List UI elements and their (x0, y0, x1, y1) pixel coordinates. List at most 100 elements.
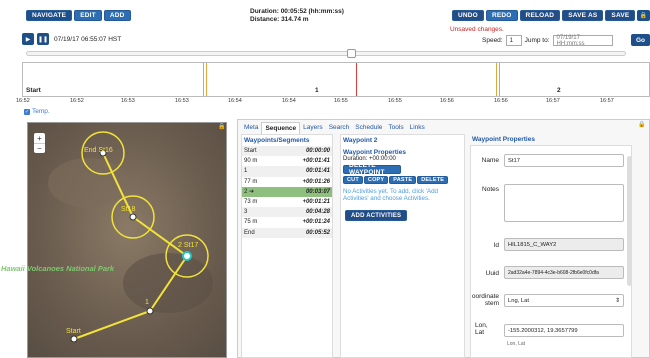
action-buttons: Undo Redo Reload Save As Save (452, 10, 636, 21)
navigate-mode-button[interactable]: Navigate (26, 10, 73, 21)
segment-name: 3 (244, 209, 248, 216)
waypoint-marker[interactable] (70, 335, 78, 343)
scrollbar[interactable] (627, 156, 632, 286)
play-icon[interactable]: ▶ (22, 33, 34, 45)
segment-row[interactable]: 90 m +00:01:41 (242, 156, 332, 166)
edit-buttons: Cut Copy Paste Delete (343, 175, 462, 184)
delete-waypoint-button[interactable]: Delete Waypoint (343, 162, 401, 176)
tab-layers[interactable]: Layers (300, 122, 326, 134)
temp-toggle[interactable]: ✓ Temp. (24, 108, 50, 115)
paste-button[interactable]: Paste (389, 175, 417, 184)
timeline-slider[interactable] (26, 49, 626, 58)
segment-name: End (244, 229, 255, 236)
segment-name: Start (244, 148, 257, 155)
save-as-button[interactable]: Save As (562, 10, 604, 21)
coordinate-system-label: oordinate stem (471, 293, 499, 307)
segment-name: 1 (244, 168, 248, 175)
uuid-label: Uuid (485, 270, 499, 277)
segment-row[interactable]: Start 00:00:00 (242, 146, 332, 157)
slider-handle[interactable] (347, 49, 356, 58)
lock-icon[interactable]: 🔒 (638, 121, 645, 128)
plan-summary: Duration: 00:05:52 (hh:mm:ss) Distance: … (250, 8, 344, 24)
segment-time: +00:01:26 (302, 178, 330, 185)
copy-button[interactable]: Copy (363, 175, 389, 184)
cut-button[interactable]: Cut (343, 175, 363, 184)
timeline-label: 2 (557, 87, 561, 94)
waypoint-marker[interactable] (129, 213, 137, 221)
jump-input[interactable]: 07/19/17 HH:mm:ss (552, 35, 613, 47)
tab-sequence[interactable]: Sequence (261, 122, 301, 134)
coordinate-system-select[interactable]: Lng, Lat ⇕ (504, 294, 624, 307)
notes-label: Notes (482, 186, 499, 193)
segment-name: 77 m (244, 178, 258, 185)
tick-label: 16:56 (494, 98, 508, 104)
segment-time: 00:01:41 (305, 168, 330, 175)
waypoint-label: 1 (145, 299, 149, 306)
segment-time: 00:00:00 (305, 148, 330, 155)
notes-textarea[interactable] (504, 184, 624, 222)
properties-column: Waypoint Properties Name St17 Notes Id H… (470, 134, 650, 358)
properties-header: Waypoint Properties (472, 136, 535, 143)
waypoint-label: Start (66, 328, 81, 335)
delete-button[interactable]: Delete (417, 175, 449, 184)
segment-time: 00:05:52 (305, 229, 330, 236)
waypoint-header: Waypoint 2 (343, 137, 378, 144)
timeline-marker (203, 63, 204, 96)
segment-name: 2 ➔ (244, 189, 255, 196)
lock-icon[interactable]: 🔒 (218, 123, 225, 130)
temp-label: Temp. (32, 108, 50, 115)
speed-label: Speed: (482, 37, 503, 44)
select-arrows-icon: ⇕ (615, 297, 620, 304)
segment-time: +00:01:21 (302, 199, 330, 206)
reload-button[interactable]: Reload (519, 10, 561, 21)
segment-row[interactable]: 77 m +00:01:26 (242, 177, 332, 187)
lock-icon[interactable]: 🔒 (637, 10, 650, 21)
id-label: Id (493, 242, 499, 249)
zoom-out-button[interactable]: − (34, 143, 45, 153)
lonlat-input[interactable]: -155.2000312, 19.3657799 (504, 324, 624, 337)
tick-label: 16:57 (600, 98, 614, 104)
selected-waypoint-marker[interactable] (182, 251, 192, 261)
tab-schedule[interactable]: Schedule (352, 122, 385, 134)
no-activities-text: No Activities yet. To add, click 'Add Ac… (343, 187, 438, 202)
checkbox-checked-icon[interactable]: ✓ (24, 108, 30, 115)
map-view[interactable]: + − End St16 St18 2 St17 1 Start (27, 122, 227, 358)
tab-search[interactable]: Search (326, 122, 353, 134)
tab-meta[interactable]: Meta (241, 122, 261, 134)
distance-text: Distance: 314.74 m (250, 16, 309, 23)
segment-rows: Start 00:00:00 90 m +00:01:41 1 00:01:41 77… (242, 146, 332, 238)
top-toolbar: Navigate Edit Add Duration: 00:05:52 (hh… (0, 0, 650, 47)
jump-label: Jump to: (524, 37, 550, 44)
undo-button[interactable]: Undo (452, 10, 484, 21)
zoom-in-button[interactable]: + (34, 133, 45, 143)
segment-name: 75 m (244, 219, 258, 226)
segment-row[interactable]: 75 m +00:01:24 (242, 217, 332, 227)
waypoint-marker[interactable] (146, 307, 154, 315)
redo-button[interactable]: Redo (485, 10, 518, 21)
tick-label: 16:53 (121, 98, 135, 104)
add-mode-button[interactable]: Add (103, 10, 131, 21)
add-activities-button[interactable]: Add Activities (345, 210, 408, 222)
segment-row[interactable]: End 00:05:52 (242, 227, 332, 238)
timeline-marker (499, 63, 500, 96)
timeline-ticks: 16:52 16:52 16:53 16:53 16:54 16:54 16:5… (0, 98, 650, 106)
tab-tools[interactable]: Tools (385, 122, 406, 134)
terrain-background (28, 123, 226, 357)
segment-row[interactable]: 1 00:01:41 (242, 166, 332, 177)
timeline[interactable]: Start 1 2 (22, 62, 650, 97)
zoom-control: + − (34, 133, 45, 153)
timeline-label: Start (26, 87, 41, 94)
segment-row-selected[interactable]: 2 ➔ 00:03:07 (242, 186, 332, 197)
segment-row[interactable]: 73 m +00:01:21 (242, 197, 332, 207)
go-button[interactable]: Go (631, 34, 650, 46)
tab-links[interactable]: Links (407, 122, 428, 134)
waypoint-properties-subheader: Waypoint Properties (343, 149, 406, 156)
speed-input[interactable]: 1 (505, 35, 522, 46)
map-canvas[interactable]: End St16 St18 2 St17 1 Start (28, 123, 227, 358)
pause-icon[interactable]: ❚❚ (37, 33, 49, 45)
name-input[interactable]: St17 (504, 154, 624, 167)
segment-row[interactable]: 3 00:04:28 (242, 207, 332, 218)
segment-time: 00:04:28 (305, 209, 330, 216)
save-button[interactable]: Save (605, 10, 636, 21)
edit-mode-button[interactable]: Edit (74, 10, 102, 21)
